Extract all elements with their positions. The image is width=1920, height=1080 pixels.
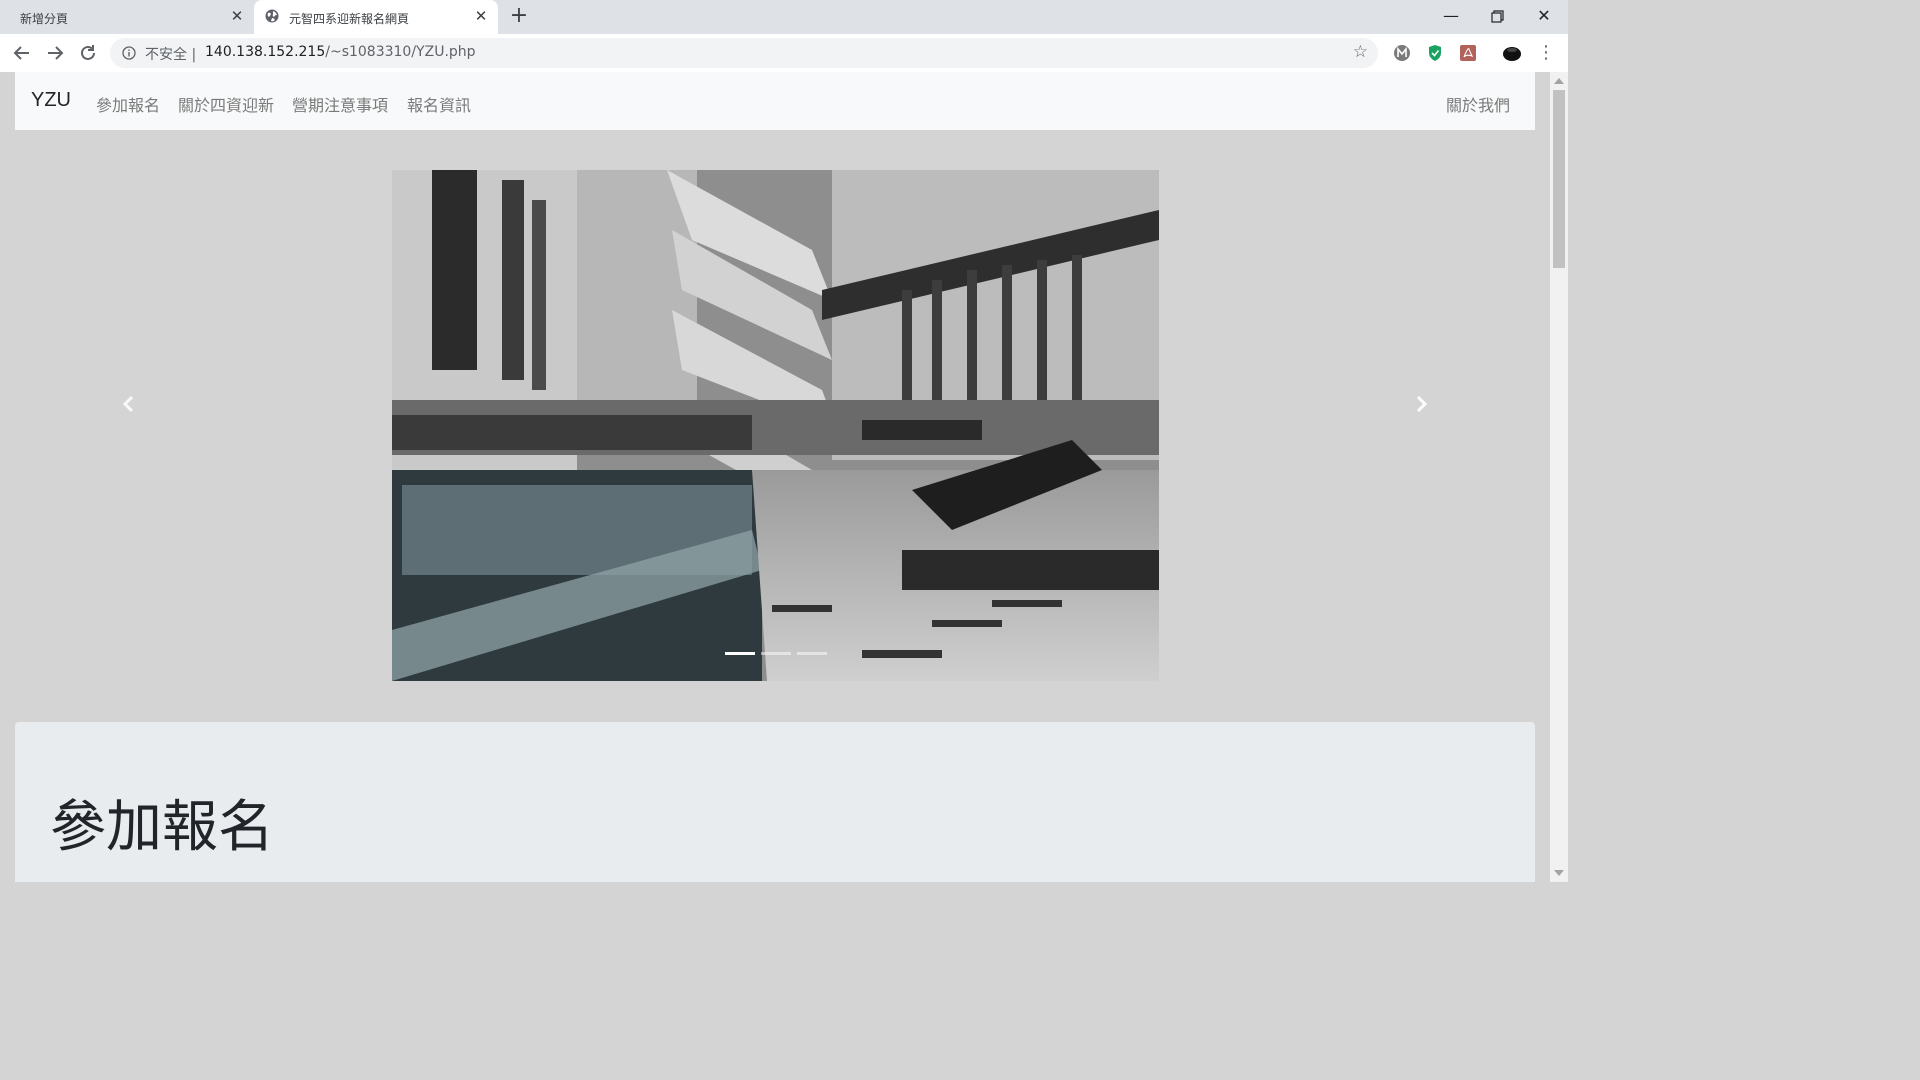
- profile-avatar-icon[interactable]: [1502, 43, 1522, 63]
- site-navbar: YZU 參加報名 關於四資迎新 營期注意事項 報名資訊 關於我們: [15, 72, 1535, 130]
- nav-link-camp-notes[interactable]: 營期注意事項: [292, 92, 388, 116]
- security-label: 不安全 |: [145, 47, 197, 63]
- close-window-icon[interactable]: ✕: [1532, 4, 1556, 28]
- page-scrollbar[interactable]: [1550, 72, 1568, 882]
- section-heading: 參加報名: [50, 795, 274, 860]
- close-icon[interactable]: ✕: [472, 7, 490, 25]
- tab-active-page[interactable]: 元智四系迎新報名網頁 ✕: [254, 0, 498, 34]
- browser-toolbar: 不安全 | 140.138.152.215/~s1083310/YZU.php …: [0, 34, 1568, 73]
- carousel-next-icon[interactable]: [1409, 392, 1433, 416]
- minimize-icon[interactable]: —: [1439, 4, 1463, 28]
- pdf-extension-icon[interactable]: [1458, 43, 1478, 63]
- menu-kebab-icon[interactable]: ⋮: [1534, 41, 1558, 65]
- url-text[interactable]: 140.138.152.215/~s1083310/YZU.php: [205, 44, 476, 60]
- carousel-indicators: [392, 652, 1159, 655]
- tab-new-tab[interactable]: 新增分頁 ✕: [0, 0, 252, 34]
- new-tab-button[interactable]: +: [508, 5, 530, 28]
- carousel-indicator-3[interactable]: [796, 652, 827, 655]
- nav-link-about-event[interactable]: 關於四資迎新: [178, 92, 274, 116]
- signup-section: 參加報名: [15, 722, 1535, 882]
- tab-title: 新增分頁: [20, 12, 69, 26]
- extension-m-icon[interactable]: [1392, 43, 1412, 63]
- back-arrow-icon[interactable]: [10, 41, 34, 65]
- building-atrium-photo: [392, 170, 1159, 681]
- scrollbar-thumb[interactable]: [1553, 90, 1565, 268]
- scroll-up-icon[interactable]: [1554, 78, 1564, 84]
- address-bar[interactable]: 不安全 | 140.138.152.215/~s1083310/YZU.php …: [110, 38, 1378, 68]
- scroll-down-icon[interactable]: [1554, 870, 1564, 876]
- info-icon[interactable]: [122, 46, 136, 60]
- carousel-indicator-2[interactable]: [760, 652, 791, 655]
- nav-link-signup-info[interactable]: 報名資訊: [407, 92, 471, 116]
- brand-logo[interactable]: YZU: [31, 89, 71, 112]
- globe-icon: [265, 9, 279, 23]
- page-viewport: YZU 參加報名 關於四資迎新 營期注意事項 報名資訊 關於我們 參加報名: [0, 72, 1550, 882]
- nav-link-signup[interactable]: 參加報名: [96, 92, 160, 116]
- tab-title: 元智四系迎新報名網頁: [289, 12, 410, 26]
- bookmark-star-icon[interactable]: ☆: [1353, 42, 1368, 62]
- nav-link-about-us[interactable]: 關於我們: [1446, 92, 1510, 116]
- carousel-indicator-1[interactable]: [724, 652, 755, 655]
- carousel-prev-icon[interactable]: [117, 392, 141, 416]
- close-icon[interactable]: ✕: [228, 7, 246, 25]
- forward-arrow-icon[interactable]: [43, 41, 67, 65]
- reload-icon[interactable]: [76, 41, 100, 65]
- restore-icon[interactable]: [1485, 4, 1509, 28]
- tab-strip: 新增分頁 ✕ 元智四系迎新報名網頁 ✕ + — ✕: [0, 0, 1568, 34]
- image-carousel[interactable]: [392, 170, 1159, 681]
- shield-extension-icon[interactable]: [1425, 43, 1445, 63]
